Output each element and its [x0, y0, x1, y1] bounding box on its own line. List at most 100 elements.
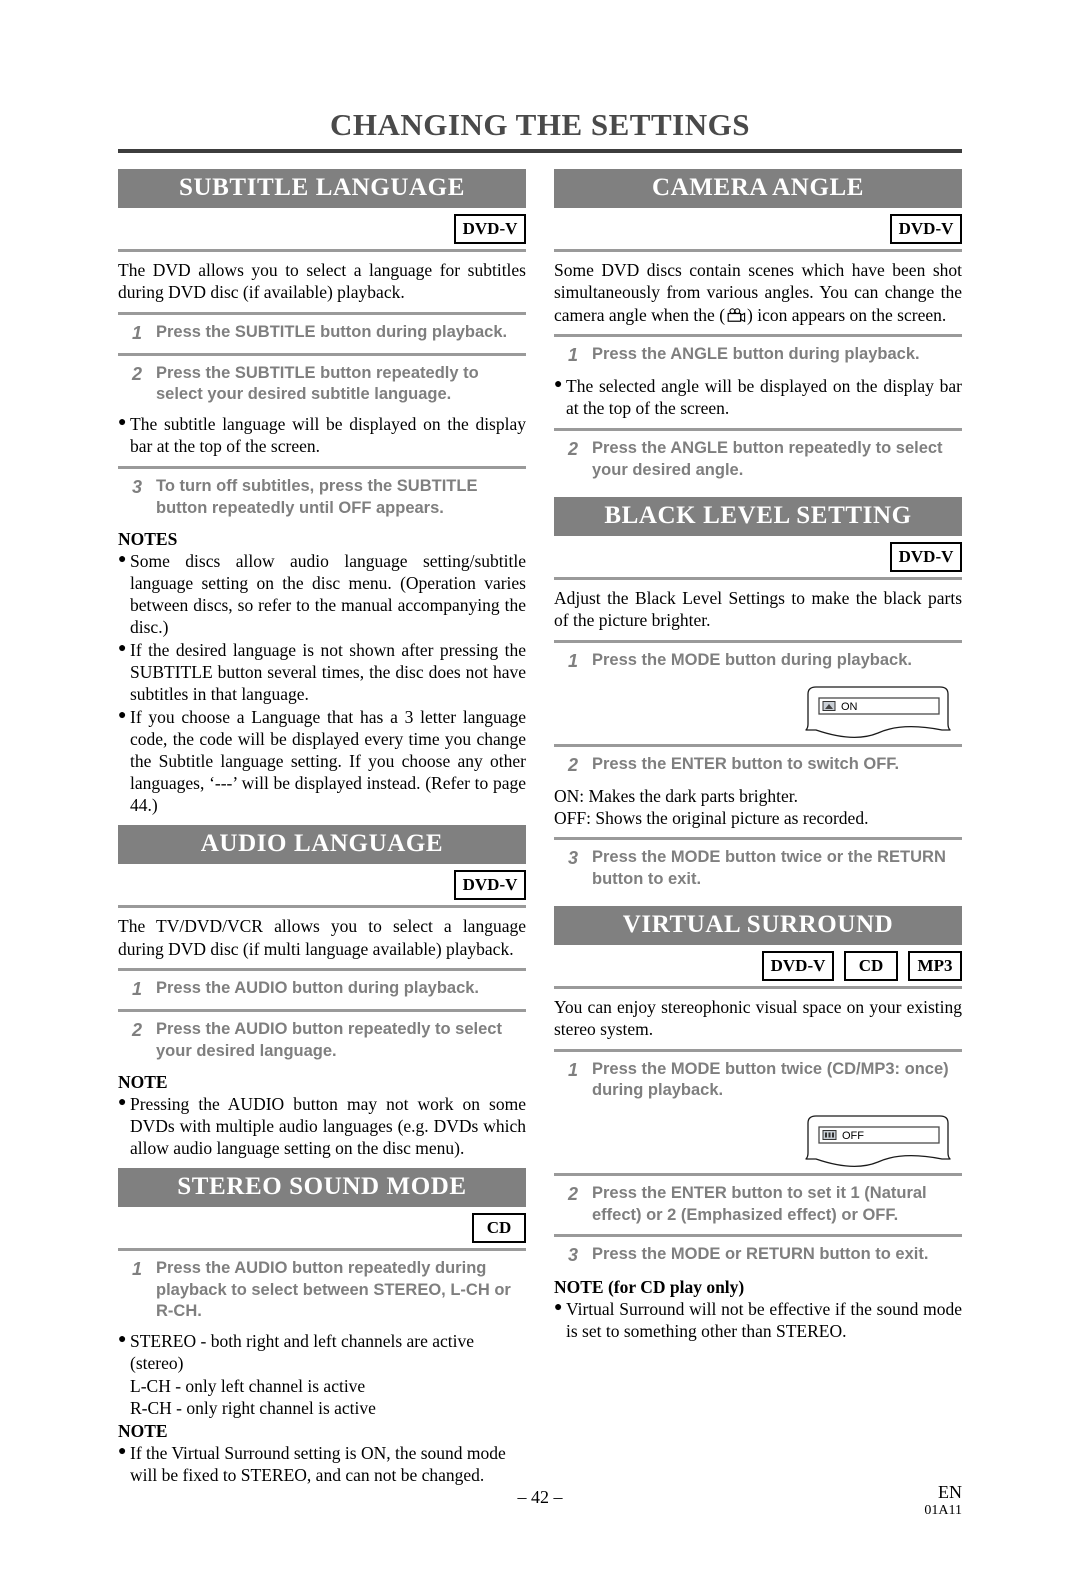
- disc-badge-dvd-v: DVD-V: [454, 870, 526, 901]
- bullet-dot: ●: [118, 1444, 127, 1460]
- disc-badge-row: DVD-V: [554, 536, 962, 577]
- step-item: 1 Press the ANGLE button during playback…: [554, 337, 962, 375]
- step-number: 1: [567, 650, 578, 671]
- bullet-text: Virtual Surround will not be effective i…: [566, 1298, 962, 1341]
- bullet-text: Pressing the AUDIO button may not work o…: [130, 1093, 526, 1158]
- step-number: 2: [131, 363, 142, 384]
- step-number: 2: [567, 755, 578, 776]
- bullet-item: ● STEREO - both right and left channels …: [118, 1330, 526, 1375]
- bullet-dot: ●: [118, 707, 127, 723]
- left-column: SUBTITLE LANGUAGE DVD-V The DVD allows y…: [118, 168, 526, 1488]
- step-number: 2: [567, 438, 578, 459]
- bullet-text: If the desired language is not shown aft…: [130, 639, 526, 704]
- step-text: Press the AUDIO button repeatedly during…: [156, 1258, 511, 1321]
- bullet-item: ● If you choose a Language that has a 3 …: [118, 706, 526, 817]
- camera-icon: [725, 307, 747, 323]
- osd-illustration-on: ON: [554, 680, 962, 744]
- step-number: 3: [567, 1244, 578, 1265]
- step-item: 2 Press the ENTER button to set it 1 (Na…: [554, 1176, 962, 1234]
- notes-heading: NOTE: [118, 1071, 168, 1092]
- footer-right: EN 01A11: [924, 1482, 962, 1519]
- osd-label: OFF: [842, 1130, 864, 1142]
- title-underline: [118, 148, 962, 153]
- disc-badge-dvd-v: DVD-V: [762, 950, 834, 981]
- bullet-item: ● Virtual Surround will not be effective…: [554, 1298, 962, 1343]
- notes-heading: NOTE: [118, 1421, 168, 1442]
- step-text: Press the MODE button twice or the RETUR…: [592, 848, 946, 888]
- right-column: CAMERA ANGLE DVD-V Some DVD discs contai…: [554, 168, 962, 1488]
- section-stereo-sound-mode: STEREO SOUND MODE CD 1 Press the AUDIO b…: [118, 1167, 526, 1488]
- step-number: 2: [567, 1184, 578, 1205]
- step-number: 1: [131, 322, 142, 343]
- footer-document-code: 01A11: [924, 1502, 962, 1518]
- step-text: Press the ANGLE button repeatedly to sel…: [592, 438, 943, 479]
- section-camera-angle: CAMERA ANGLE DVD-V Some DVD discs contai…: [554, 168, 962, 489]
- page-footer: – 42 – EN 01A11: [118, 1482, 963, 1533]
- disc-badge-row: DVD-V CD MP3: [554, 945, 962, 986]
- step-item: 2 Press the AUDIO button repeatedly to s…: [118, 1012, 526, 1070]
- section-intro: Some DVD discs contain scenes which have…: [554, 252, 962, 334]
- step-text: Press the SUBTITLE button during playbac…: [156, 322, 508, 341]
- bullet-dot: ●: [118, 415, 127, 431]
- step-number: 1: [131, 1258, 142, 1279]
- tv-screen-graphic: ON: [805, 686, 951, 739]
- step-item: 1 Press the SUBTITLE button during playb…: [118, 315, 526, 353]
- bullet-item: ● If the desired language is not shown a…: [118, 639, 526, 706]
- step-number: 1: [567, 1059, 578, 1080]
- explain-line: ON: Makes the dark parts brighter.: [554, 786, 798, 807]
- disc-badge-cd: CD: [472, 1212, 526, 1243]
- section-heading: VIRTUAL SURROUND: [554, 905, 962, 945]
- section-heading: SUBTITLE LANGUAGE: [118, 168, 526, 208]
- section-black-level-setting: BLACK LEVEL SETTING DVD-V Adjust the Bla…: [554, 496, 962, 898]
- step-text: Press the MODE or RETURN button to exit.: [592, 1244, 929, 1263]
- section-heading: CAMERA ANGLE: [554, 168, 962, 208]
- step-item: 2 Press the SUBTITLE button repeatedly t…: [118, 356, 526, 414]
- step-text: Press the ANGLE button during playback.: [592, 345, 920, 364]
- step-item: 1 Press the AUDIO button repeatedly duri…: [118, 1251, 526, 1330]
- bullet-dot: ●: [554, 376, 563, 392]
- step-text: Press the MODE button during playback.: [592, 650, 912, 669]
- section-heading: STEREO SOUND MODE: [118, 1167, 526, 1207]
- osd-illustration-off: OFF: [554, 1109, 962, 1173]
- mode-line: R-CH - only right channel is active: [130, 1398, 376, 1419]
- step-item: 2 Press the ANGLE button repeatedly to s…: [554, 431, 962, 489]
- step-number: 1: [567, 345, 578, 366]
- section-heading: BLACK LEVEL SETTING: [554, 496, 962, 536]
- step-text: Press the AUDIO button repeatedly to sel…: [156, 1020, 502, 1060]
- bullet-item: ● Some discs allow audio language settin…: [118, 550, 526, 639]
- tv-screen-graphic: OFF: [805, 1115, 951, 1168]
- step-number: 2: [131, 1020, 142, 1040]
- footer-region-code: EN: [938, 1482, 962, 1502]
- notes-heading: NOTE (for CD play only): [554, 1276, 745, 1297]
- bullet-item: ● The selected angle will be displayed o…: [554, 375, 962, 420]
- step-number: 1: [131, 979, 142, 1000]
- step-text: Press the MODE button twice (CD/MP3: onc…: [592, 1059, 949, 1100]
- osd-label: ON: [841, 701, 858, 713]
- bullet-item: ● Pressing the AUDIO button may not work…: [118, 1093, 526, 1160]
- step-text: Press the ENTER button to switch OFF.: [592, 755, 900, 774]
- section-subtitle-language: SUBTITLE LANGUAGE DVD-V The DVD allows y…: [118, 168, 526, 818]
- step-item: 1 Press the MODE button during playback.: [554, 643, 962, 681]
- explain-line: OFF: Shows the original picture as recor…: [554, 808, 869, 829]
- bullet-text: Some discs allow audio language setting/…: [130, 550, 526, 637]
- bullet-dot: ●: [554, 1299, 563, 1315]
- step-item: 3 To turn off subtitles, press the SUBTI…: [118, 469, 526, 527]
- bullet-dot: ●: [118, 1094, 127, 1110]
- section-intro: Adjust the Black Level Settings to make …: [554, 587, 962, 631]
- section-intro: The DVD allows you to select a language …: [118, 259, 526, 303]
- bullet-dot: ●: [118, 1332, 127, 1348]
- bullet-dot: ●: [118, 640, 127, 656]
- disc-badge-mp3: MP3: [908, 950, 962, 981]
- step-text: Press the AUDIO button during playback.: [156, 979, 480, 998]
- disc-badge-dvd-v: DVD-V: [890, 541, 962, 572]
- bullet-item: ● If the Virtual Surround setting is ON,…: [118, 1442, 526, 1487]
- bullet-text: STEREO - both right and left channels ar…: [130, 1331, 475, 1374]
- section-intro: The TV/DVD/VCR allows you to select a la…: [118, 916, 526, 959]
- section-audio-language: AUDIO LANGUAGE DVD-V The TV/DVD/VCR allo…: [118, 825, 526, 1159]
- disc-badge-row: DVD-V: [554, 208, 962, 249]
- step-item: 3 Press the MODE button twice or the RET…: [554, 840, 962, 898]
- intro-text-part2: ) icon appears on the screen.: [747, 304, 947, 325]
- step-item: 1 Press the AUDIO button during playback…: [118, 971, 526, 1009]
- notes-heading: NOTES: [118, 528, 178, 549]
- disc-badge-row: DVD-V: [118, 864, 526, 905]
